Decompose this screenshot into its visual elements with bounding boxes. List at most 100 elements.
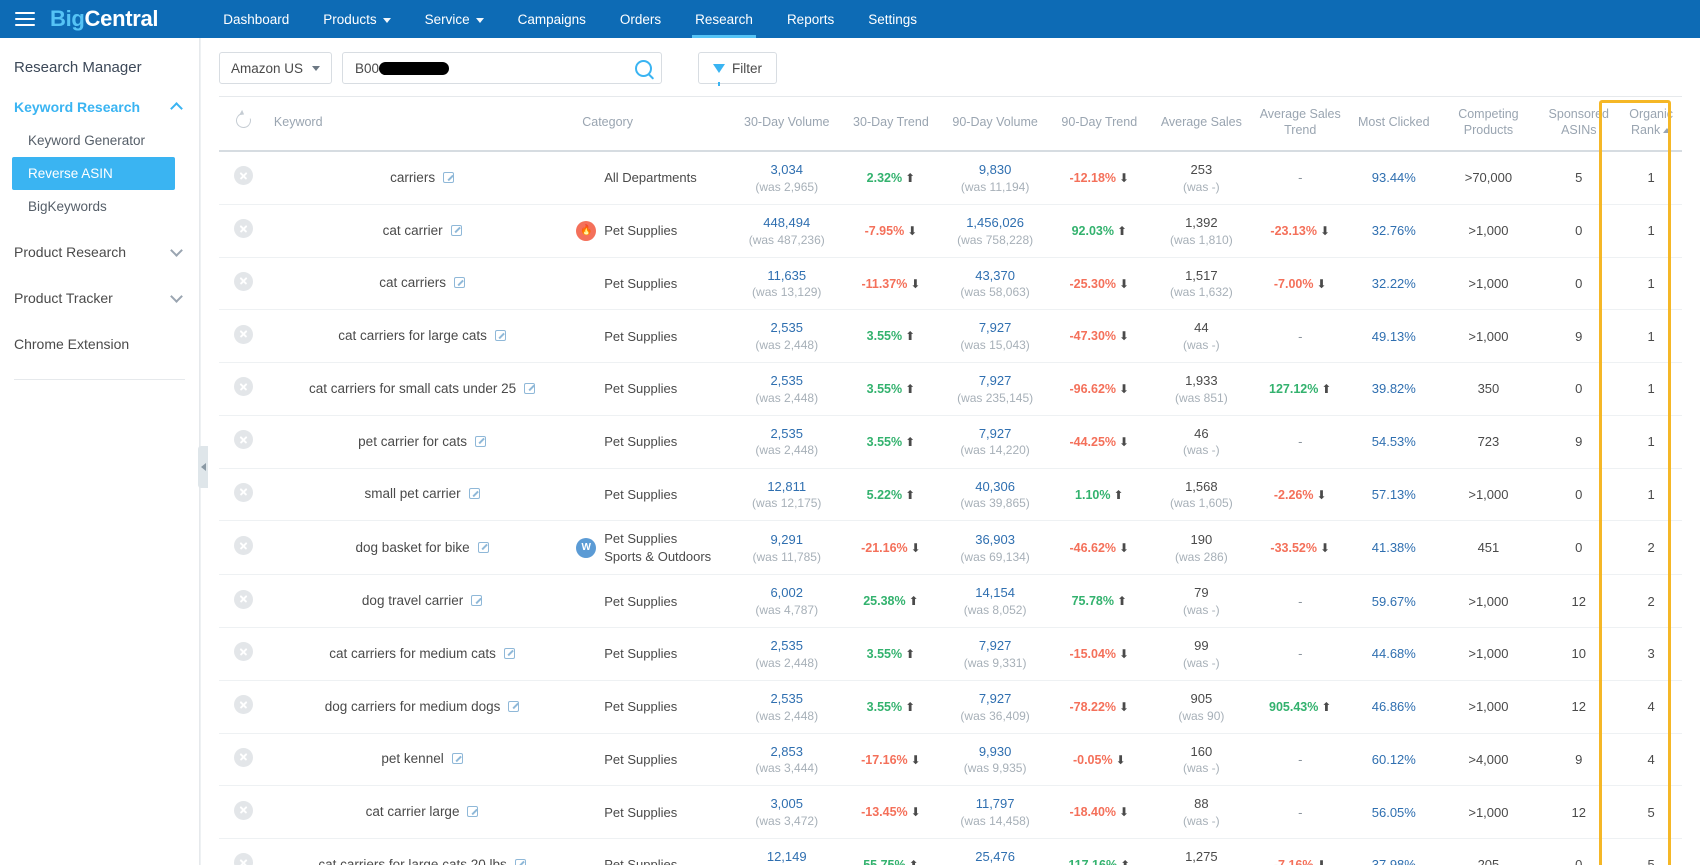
table-row[interactable]: pet kennel Pet Supplies 2,853 (was 3,444) -1…: [219, 733, 1682, 787]
col-header-organic-rank[interactable]: Organic Rank: [1620, 96, 1682, 153]
table-row[interactable]: cat carriers for large cats 20 lbs Pet Su…: [219, 838, 1682, 865]
table-row[interactable]: carriers All Departments 3,034 (was 2,965) 2…: [219, 151, 1682, 205]
nav-item-research[interactable]: Research: [678, 0, 770, 38]
external-link-icon[interactable]: [477, 541, 489, 553]
remove-row-cell[interactable]: [219, 204, 268, 258]
col-header-30-day-trend[interactable]: 30-Day Trend: [839, 96, 942, 153]
table-row[interactable]: dog carriers for medium dogs Pet Supplies…: [219, 680, 1682, 734]
close-icon[interactable]: [233, 589, 253, 609]
nav-item-orders[interactable]: Orders: [603, 0, 678, 38]
col-header-90-day-trend[interactable]: 90-Day Trend: [1048, 96, 1151, 153]
external-link-icon[interactable]: [468, 488, 480, 500]
search-icon[interactable]: [635, 59, 653, 77]
remove-row-cell[interactable]: [219, 785, 268, 840]
col-header-average-sales[interactable]: Average Sales: [1150, 96, 1253, 153]
keyword-cell: dog carriers for medium dogs: [267, 680, 577, 734]
remove-row-cell[interactable]: [219, 627, 268, 681]
sidebar-item-reverse-asin[interactable]: Reverse ASIN: [12, 157, 175, 190]
external-link-icon[interactable]: [467, 806, 479, 818]
external-link-icon[interactable]: [450, 224, 462, 236]
average-sales-trend-cell: -7.00% ⬇: [1252, 257, 1349, 311]
remove-row-cell[interactable]: [219, 309, 268, 364]
asin-search-box[interactable]: B00: [342, 52, 663, 84]
table-row[interactable]: pet carrier for cats Pet Supplies 2,535 (wa…: [219, 415, 1682, 469]
col-header-keyword[interactable]: Keyword: [267, 96, 577, 153]
nav-item-dashboard[interactable]: Dashboard: [206, 0, 306, 38]
nav-item-products[interactable]: Products: [306, 0, 407, 38]
external-link-icon[interactable]: [514, 858, 526, 865]
remove-row-cell[interactable]: [219, 257, 268, 311]
table-row[interactable]: cat carriers for small cats under 25 Pet …: [219, 362, 1682, 416]
close-icon[interactable]: [233, 747, 253, 767]
average-sales-previous: (was 1,632): [1170, 285, 1233, 300]
remove-row-cell[interactable]: [219, 574, 268, 629]
remove-row-cell[interactable]: [219, 362, 268, 416]
col-header-sponsored-asins[interactable]: Sponsored ASINs: [1537, 96, 1621, 153]
table-row[interactable]: dog basket for bike W Pet Supplies Sports &…: [219, 520, 1682, 576]
external-link-icon[interactable]: [471, 595, 483, 607]
col-header-30-day-volume[interactable]: 30-Day Volume: [733, 96, 840, 153]
table-row[interactable]: small pet carrier Pet Supplies 12,811 (was …: [219, 468, 1682, 522]
marketplace-select[interactable]: Amazon US: [219, 52, 333, 84]
trend-down-arrow-icon: ⬇: [1119, 699, 1130, 714]
close-icon[interactable]: [233, 166, 253, 186]
table-row[interactable]: cat carriers for medium cats Pet Supplies…: [219, 627, 1682, 681]
table-row[interactable]: cat carrier large Pet Supplies 3,005 (was 3…: [219, 785, 1682, 840]
hamburger-menu-icon[interactable]: [8, 0, 42, 38]
sidebar-group-product-research[interactable]: Product Research: [0, 235, 199, 269]
col-header-category[interactable]: Category: [576, 96, 734, 153]
col-header-90-day-volume[interactable]: 90-Day Volume: [941, 96, 1049, 153]
external-link-icon[interactable]: [443, 172, 455, 183]
external-link-icon[interactable]: [451, 753, 463, 765]
remove-row-cell[interactable]: [219, 468, 268, 522]
table-row[interactable]: cat carriers Pet Supplies 11,635 (was 13,12…: [219, 257, 1682, 311]
col-header-average-sales-trend[interactable]: Average Sales Trend: [1252, 96, 1349, 153]
close-icon[interactable]: [233, 642, 253, 662]
sidebar-item-bigkeywords[interactable]: BigKeywords: [0, 190, 199, 223]
table-row[interactable]: dog travel carrier Pet Supplies 6,002 (was …: [219, 574, 1682, 629]
close-icon[interactable]: [233, 324, 253, 344]
close-icon[interactable]: [233, 271, 253, 291]
table-row[interactable]: cat carrier 🔥 Pet Supplies 448,494 (was 487,…: [219, 204, 1682, 258]
nav-item-service[interactable]: Service: [408, 0, 501, 38]
close-icon[interactable]: [233, 853, 253, 865]
sidebar-item-keyword-generator[interactable]: Keyword Generator: [0, 124, 199, 157]
sidebar-group-keyword-research[interactable]: Keyword Research: [0, 90, 199, 124]
refresh-icon[interactable]: [233, 110, 254, 131]
external-link-icon[interactable]: [508, 700, 520, 712]
search-input[interactable]: B00: [355, 61, 635, 76]
filter-button[interactable]: Filter: [698, 52, 778, 86]
trend-up-arrow-icon: ⬆: [1321, 699, 1332, 714]
external-link-icon[interactable]: [503, 647, 515, 659]
sidebar-group-product-tracker[interactable]: Product Tracker: [0, 281, 199, 315]
external-link-icon[interactable]: [474, 435, 486, 447]
close-icon[interactable]: [233, 430, 253, 450]
external-link-icon[interactable]: [494, 330, 506, 342]
nav-item-settings[interactable]: Settings: [851, 0, 934, 38]
sidebar-collapse-handle[interactable]: [198, 446, 208, 488]
remove-row-cell[interactable]: [219, 733, 268, 787]
close-icon[interactable]: [233, 377, 253, 397]
close-icon[interactable]: [233, 536, 253, 556]
remove-row-cell[interactable]: [219, 151, 268, 205]
close-icon[interactable]: [233, 482, 253, 502]
most-clicked-cell: 60.12%: [1348, 733, 1440, 787]
col-header-competing-products[interactable]: Competing Products: [1439, 96, 1538, 153]
sidebar-item-chrome-extension[interactable]: Chrome Extension: [0, 327, 199, 361]
external-link-icon[interactable]: [453, 277, 465, 289]
refresh-header-cell[interactable]: [219, 96, 268, 153]
remove-row-cell[interactable]: [219, 838, 268, 865]
table-row[interactable]: cat carriers for large cats Pet Supplies 2…: [219, 309, 1682, 364]
organic-rank-value: 1: [1647, 381, 1655, 397]
remove-row-cell[interactable]: [219, 415, 268, 469]
close-icon[interactable]: [233, 695, 253, 715]
remove-row-cell[interactable]: [219, 680, 268, 734]
nav-item-reports[interactable]: Reports: [770, 0, 851, 38]
close-icon[interactable]: [233, 219, 253, 239]
external-link-icon[interactable]: [524, 382, 536, 394]
col-header-most-clicked[interactable]: Most Clicked: [1348, 96, 1440, 153]
app-logo[interactable]: BigCentral: [50, 6, 159, 32]
close-icon[interactable]: [233, 800, 253, 820]
remove-row-cell[interactable]: [219, 520, 268, 576]
nav-item-campaigns[interactable]: Campaigns: [501, 0, 603, 38]
